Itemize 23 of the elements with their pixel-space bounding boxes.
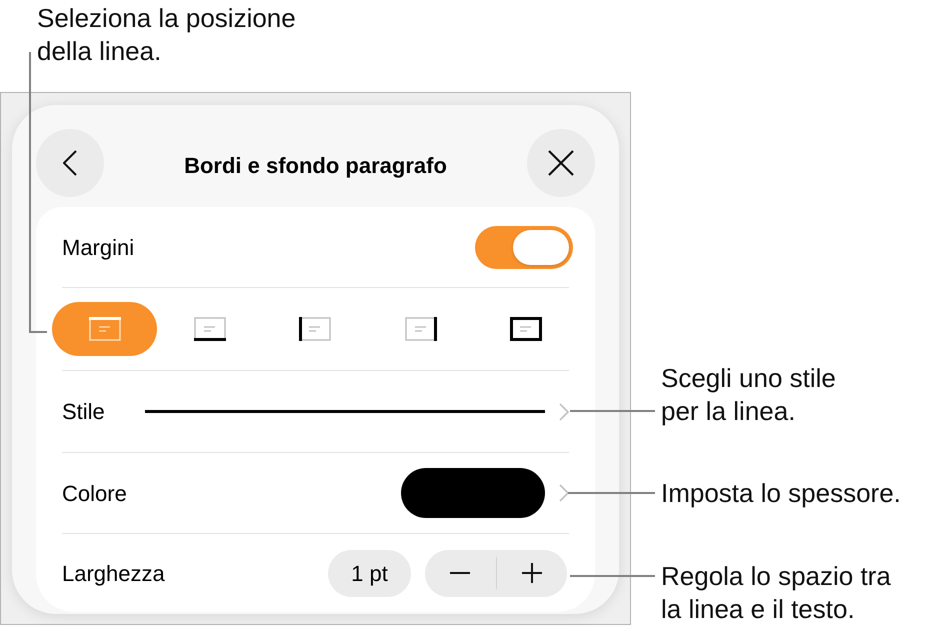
row-label: Stile [62, 398, 105, 426]
left-border-icon [299, 317, 332, 341]
close-icon [548, 150, 574, 176]
row-label: Margini [62, 234, 134, 262]
row-label: Colore [62, 480, 127, 508]
chevron-right-icon [559, 484, 569, 502]
callout-text: Seleziona la posizione della linea. [37, 2, 297, 68]
bottom-border-icon [194, 317, 226, 341]
callout-text: Scegli uno stile per la linea. [661, 362, 837, 428]
panel-title: Bordi e sfondo paragrafo [184, 152, 447, 180]
toggle-switch[interactable] [475, 226, 573, 268]
top-border-icon [88, 317, 121, 341]
callout-text: Imposta lo spessore. [661, 477, 902, 510]
row-label: Larghezza [62, 560, 165, 588]
color-swatch[interactable] [401, 468, 545, 518]
minus-icon [450, 572, 470, 574]
chevron-right-icon [559, 402, 569, 420]
width-value-field[interactable]: 1 pt [328, 550, 411, 596]
plus-icon [522, 563, 542, 583]
callout-text: Regola lo spazio tra la linea e il testo. [661, 560, 892, 626]
back-icon [63, 150, 77, 176]
full-border-icon [510, 317, 542, 341]
right-border-icon [404, 317, 437, 341]
